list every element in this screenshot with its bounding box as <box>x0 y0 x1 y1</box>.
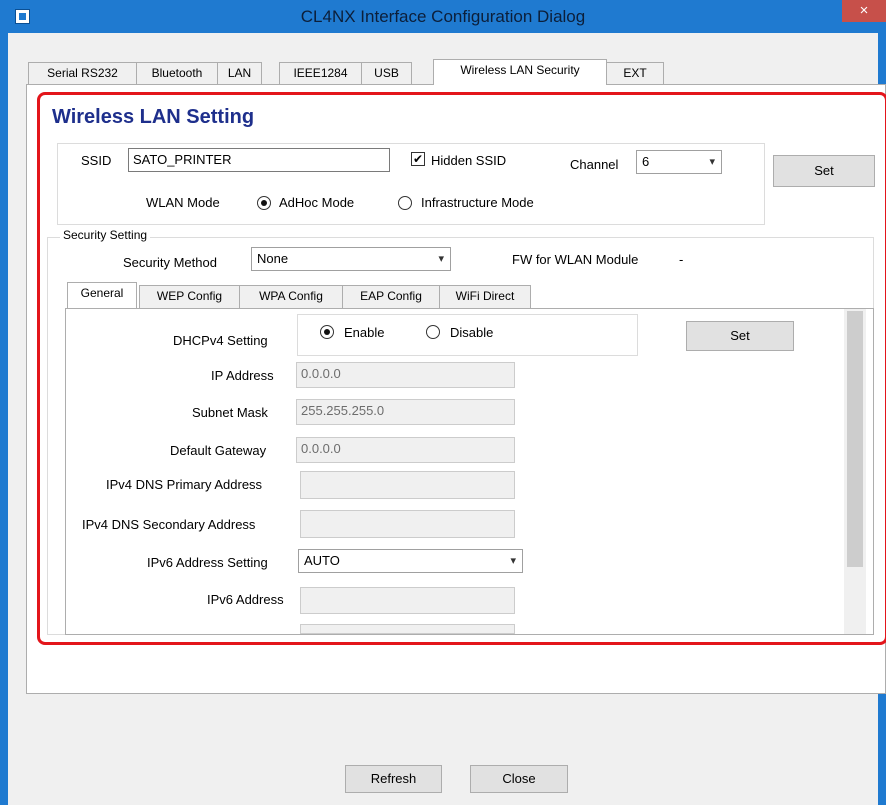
chevron-down-icon: ▾ <box>709 156 715 168</box>
tab-wireless-lan-security[interactable]: Wireless LAN Security <box>433 59 607 85</box>
tab-general[interactable]: General <box>67 282 137 308</box>
dns-secondary-label: IPv4 DNS Secondary Address <box>82 517 256 532</box>
tab-wpa-config[interactable]: WPA Config <box>239 285 343 308</box>
chevron-down-icon: ▾ <box>438 253 444 265</box>
security-method-value: None <box>257 251 289 266</box>
dhcp-enable-radio[interactable] <box>320 325 334 339</box>
close-icon: × <box>859 2 869 19</box>
default-gateway-label: Default Gateway <box>170 443 267 458</box>
ipv6-setting-value: AUTO <box>304 553 340 568</box>
ipv6-setting-select[interactable]: AUTO ▾ <box>298 549 523 573</box>
adhoc-mode-label: AdHoc Mode <box>279 195 355 210</box>
security-method-label: Security Method <box>123 255 217 270</box>
dhcp-disable-radio[interactable] <box>426 325 440 339</box>
security-method-select[interactable]: None ▾ <box>251 247 451 271</box>
infrastructure-mode-label: Infrastructure Mode <box>421 195 534 210</box>
scrollbar-thumb[interactable] <box>847 311 863 567</box>
adhoc-mode-radio[interactable] <box>257 196 271 210</box>
dhcp-disable-label: Disable <box>450 325 494 340</box>
dns-primary-label: IPv4 DNS Primary Address <box>106 477 263 492</box>
tab-ieee1284[interactable]: IEEE1284 <box>279 62 362 85</box>
close-button[interactable]: Close <box>470 765 568 793</box>
checkmark-icon: ✔ <box>412 152 424 166</box>
tab-bluetooth[interactable]: Bluetooth <box>136 62 218 85</box>
fw-wlan-module-label: FW for WLAN Module <box>512 252 639 267</box>
ssid-input[interactable]: SATO_PRINTER <box>128 148 390 172</box>
wlan-mode-label: WLAN Mode <box>146 195 220 210</box>
tab-lan[interactable]: LAN <box>217 62 262 85</box>
refresh-button[interactable]: Refresh <box>345 765 442 793</box>
section-title: Wireless LAN Setting <box>52 106 255 128</box>
fw-wlan-module-value: - <box>679 252 684 267</box>
tab-wifi-direct[interactable]: WiFi Direct <box>439 285 531 308</box>
hidden-ssid-checkbox[interactable]: ✔ <box>411 152 425 166</box>
tab-ext[interactable]: EXT <box>606 62 664 85</box>
general-set-button[interactable]: Set <box>686 321 794 351</box>
hidden-ssid-label: Hidden SSID <box>431 153 507 168</box>
subnet-mask-input[interactable]: 255.255.255.0 <box>296 399 515 425</box>
tab-wep-config[interactable]: WEP Config <box>139 285 240 308</box>
dns-primary-input[interactable] <box>300 471 515 499</box>
default-gateway-input[interactable]: 0.0.0.0 <box>296 437 515 463</box>
ip-address-label: IP Address <box>211 368 274 383</box>
tab-eap-config[interactable]: EAP Config <box>342 285 440 308</box>
ipv6-address-input[interactable] <box>300 587 515 614</box>
close-window-button[interactable]: × <box>842 0 886 22</box>
chevron-down-icon: ▾ <box>510 555 516 567</box>
tab-usb[interactable]: USB <box>361 62 412 85</box>
channel-select[interactable]: 6 ▾ <box>636 150 722 174</box>
dhcp-setting-label: DHCPv4 Setting <box>173 333 268 348</box>
ssid-label: SSID <box>81 153 112 168</box>
window-title: CL4NX Interface Configuration Dialog <box>300 7 586 26</box>
tab-serial-rs232[interactable]: Serial RS232 <box>28 62 137 85</box>
ip-address-input[interactable]: 0.0.0.0 <box>296 362 515 388</box>
ipv6-setting-label: IPv6 Address Setting <box>147 555 268 570</box>
next-field-input[interactable] <box>300 624 515 634</box>
channel-label: Channel <box>570 157 619 172</box>
dhcp-enable-label: Enable <box>344 325 385 340</box>
title-bar: CL4NX Interface Configuration Dialog × <box>0 0 886 33</box>
ipv6-address-label: IPv6 Address <box>207 592 284 607</box>
subnet-mask-label: Subnet Mask <box>192 405 268 420</box>
channel-select-value: 6 <box>642 154 650 169</box>
dns-secondary-input[interactable] <box>300 510 515 538</box>
wlan-set-button[interactable]: Set <box>773 155 875 187</box>
infrastructure-mode-radio[interactable] <box>398 196 412 210</box>
security-group-label: Security Setting <box>60 228 151 242</box>
